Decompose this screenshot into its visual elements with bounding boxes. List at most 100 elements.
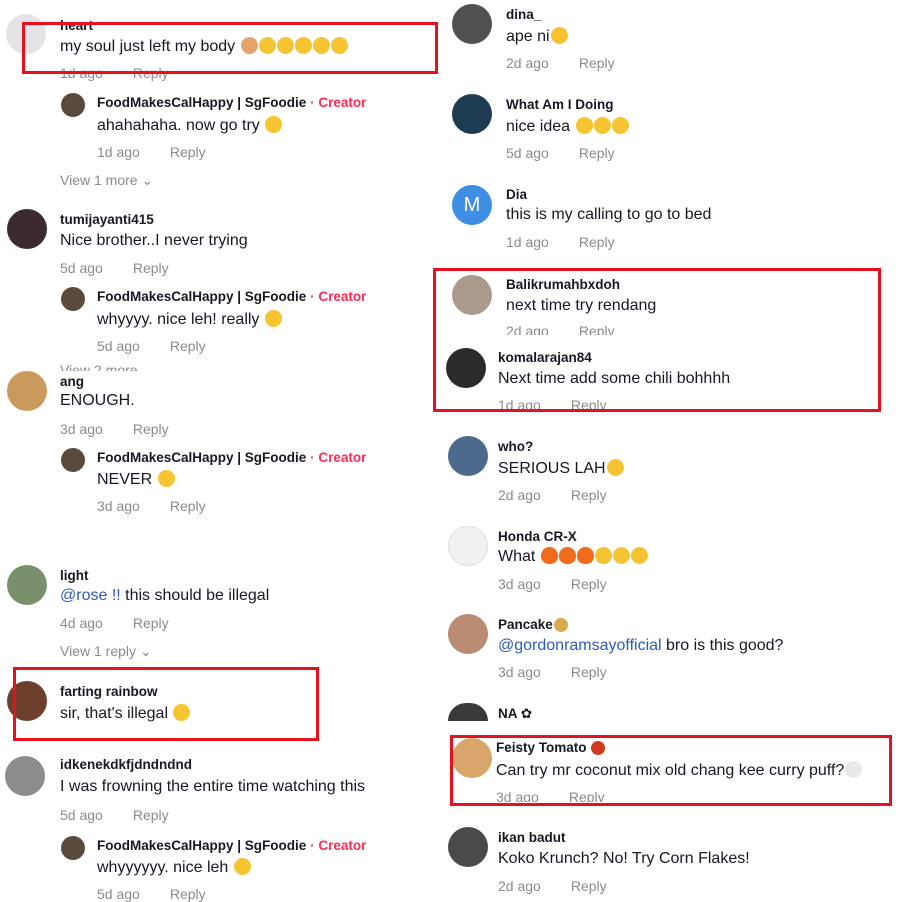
reply-button[interactable]: Reply bbox=[571, 576, 607, 592]
handshake-emoji-icon bbox=[611, 117, 629, 134]
comment-text: Koko Krunch? No! Try Corn Flakes! bbox=[498, 850, 750, 867]
comment-username[interactable]: idkenekdkfjdndndnd bbox=[60, 757, 192, 772]
comment-date: 1d ago bbox=[506, 234, 549, 250]
reply-username[interactable]: FoodMakesCalHappy | SgFoodie · Creator bbox=[97, 838, 366, 853]
comment-text: nice idea bbox=[506, 117, 629, 136]
comment-username[interactable]: tumijayanti415 bbox=[60, 212, 154, 227]
reply-meta: 3d ago Reply bbox=[97, 498, 206, 514]
view-more-label[interactable]: View 1 reply bbox=[60, 643, 136, 659]
comment-meta: 3d ago Reply bbox=[498, 576, 607, 592]
comment-meta: 5d ago Reply bbox=[60, 807, 169, 823]
reply-username-text[interactable]: FoodMakesCalHappy | SgFoodie bbox=[97, 838, 306, 853]
reply-username-text[interactable]: FoodMakesCalHappy | SgFoodie bbox=[97, 95, 306, 110]
view-more-replies[interactable]: View 1 reply ⌄ bbox=[60, 643, 152, 660]
reply-text: whyyyyyy. nice leh bbox=[97, 858, 251, 877]
comment-date: 4d ago bbox=[60, 615, 103, 631]
highlight-box bbox=[22, 22, 438, 74]
reply-button[interactable]: Reply bbox=[170, 144, 206, 160]
avatar[interactable] bbox=[448, 526, 488, 566]
crying-emoji-icon bbox=[606, 459, 624, 476]
reply-button[interactable]: Reply bbox=[579, 145, 615, 161]
comment-username[interactable]: NA ✿ bbox=[498, 706, 532, 722]
avatar[interactable] bbox=[448, 614, 488, 654]
comment-text-body: SERIOUS LAH bbox=[498, 460, 606, 477]
comment-text: ape ni bbox=[506, 27, 568, 46]
reply-button[interactable]: Reply bbox=[571, 878, 607, 894]
highlight-box bbox=[13, 667, 319, 741]
reply-button[interactable]: Reply bbox=[579, 234, 615, 250]
avatar[interactable] bbox=[7, 209, 47, 249]
reply-button[interactable]: Reply bbox=[579, 55, 615, 71]
comment-text-body: What bbox=[498, 548, 536, 565]
reply-text-body: whyyyyyy. nice leh bbox=[97, 859, 229, 876]
comment-text: I was frowning the entire time watching … bbox=[60, 778, 366, 795]
comment-text-body: this should be illegal bbox=[120, 587, 270, 604]
view-more-replies[interactable]: View 1 more ⌄ bbox=[60, 172, 153, 189]
comment-username[interactable]: What Am I Doing bbox=[506, 97, 614, 112]
comment-username[interactable]: dina_ bbox=[506, 7, 541, 22]
reply-date: 5d ago bbox=[97, 338, 140, 354]
reply-button[interactable]: Reply bbox=[133, 260, 169, 276]
comment-text: SERIOUS LAH bbox=[498, 459, 624, 478]
avatar[interactable] bbox=[452, 4, 492, 44]
reply-button[interactable]: Reply bbox=[170, 338, 206, 354]
comment-text: Nice brother..I never trying bbox=[60, 232, 248, 249]
reply-username[interactable]: FoodMakesCalHappy | SgFoodie · Creator bbox=[97, 95, 366, 110]
avatar[interactable] bbox=[5, 756, 45, 796]
reply-button[interactable]: Reply bbox=[571, 664, 607, 680]
reply-button[interactable]: Reply bbox=[133, 421, 169, 437]
view-more-label[interactable]: View 1 more bbox=[60, 172, 138, 188]
thinking-emoji-icon bbox=[593, 117, 611, 134]
highlight-box bbox=[450, 735, 892, 806]
comment-date: 5d ago bbox=[60, 807, 103, 823]
comment-username[interactable]: Dia bbox=[506, 187, 527, 202]
mention-link[interactable]: @gordonramsayofficial bbox=[498, 637, 662, 654]
reply-button[interactable]: Reply bbox=[170, 498, 206, 514]
reply-username[interactable]: FoodMakesCalHappy | SgFoodie · Creator bbox=[97, 450, 366, 465]
comment-date: 2d ago bbox=[506, 55, 549, 71]
reply-text: whyyyy. nice leh! really bbox=[97, 310, 282, 329]
comment-date: 2d ago bbox=[498, 487, 541, 503]
view-more-label[interactable]: View 2 more bbox=[60, 362, 138, 371]
comment-meta: 2d ago Reply bbox=[498, 878, 607, 894]
comment-username[interactable]: ang bbox=[60, 374, 84, 389]
avatar[interactable] bbox=[452, 94, 492, 134]
reply-button[interactable]: Reply bbox=[571, 487, 607, 503]
avatar[interactable]: M bbox=[452, 185, 492, 225]
comment-meta: 5d ago Reply bbox=[506, 145, 615, 161]
avatar[interactable] bbox=[448, 703, 488, 721]
avatar[interactable] bbox=[448, 436, 488, 476]
creator-badge: Creator bbox=[318, 450, 367, 465]
comment-date: 3d ago bbox=[60, 421, 103, 437]
comment-username[interactable]: Honda CR-X bbox=[498, 529, 577, 544]
avatar[interactable] bbox=[448, 827, 488, 867]
creator-avatar[interactable] bbox=[61, 448, 85, 472]
comment-date: 5d ago bbox=[506, 145, 549, 161]
comment-username[interactable]: light bbox=[60, 568, 89, 583]
view-more-replies[interactable]: View 2 more bbox=[60, 362, 138, 371]
avatar[interactable] bbox=[7, 565, 47, 605]
creator-separator: · bbox=[310, 95, 315, 110]
crying-emoji-icon bbox=[594, 547, 612, 564]
reply-username-text[interactable]: FoodMakesCalHappy | SgFoodie bbox=[97, 450, 306, 465]
reply-button[interactable]: Reply bbox=[133, 615, 169, 631]
comment-username[interactable]: Pancake bbox=[498, 617, 568, 632]
reply-button[interactable]: Reply bbox=[133, 807, 169, 823]
comment-username[interactable]: who? bbox=[498, 439, 533, 454]
comment-username[interactable]: ikan badut bbox=[498, 830, 566, 845]
comment-date: 2d ago bbox=[498, 878, 541, 894]
reply-date: 1d ago bbox=[97, 144, 140, 160]
comment-date: 3d ago bbox=[498, 664, 541, 680]
fire-emoji-icon bbox=[558, 547, 576, 564]
mention-link[interactable]: @rose !! bbox=[60, 587, 121, 604]
reply-text-body: whyyyy. nice leh! really bbox=[97, 311, 260, 328]
creator-avatar[interactable] bbox=[61, 287, 85, 311]
comment-username-text[interactable]: Pancake bbox=[498, 617, 553, 632]
avatar[interactable] bbox=[7, 371, 47, 411]
reply-username[interactable]: FoodMakesCalHappy | SgFoodie · Creator bbox=[97, 289, 366, 304]
reply-username-text[interactable]: FoodMakesCalHappy | SgFoodie bbox=[97, 289, 306, 304]
pancake-emoji-icon bbox=[553, 618, 568, 632]
comment-text-body: nice idea bbox=[506, 118, 571, 135]
creator-avatar[interactable] bbox=[61, 93, 85, 117]
creator-avatar[interactable] bbox=[61, 836, 85, 860]
